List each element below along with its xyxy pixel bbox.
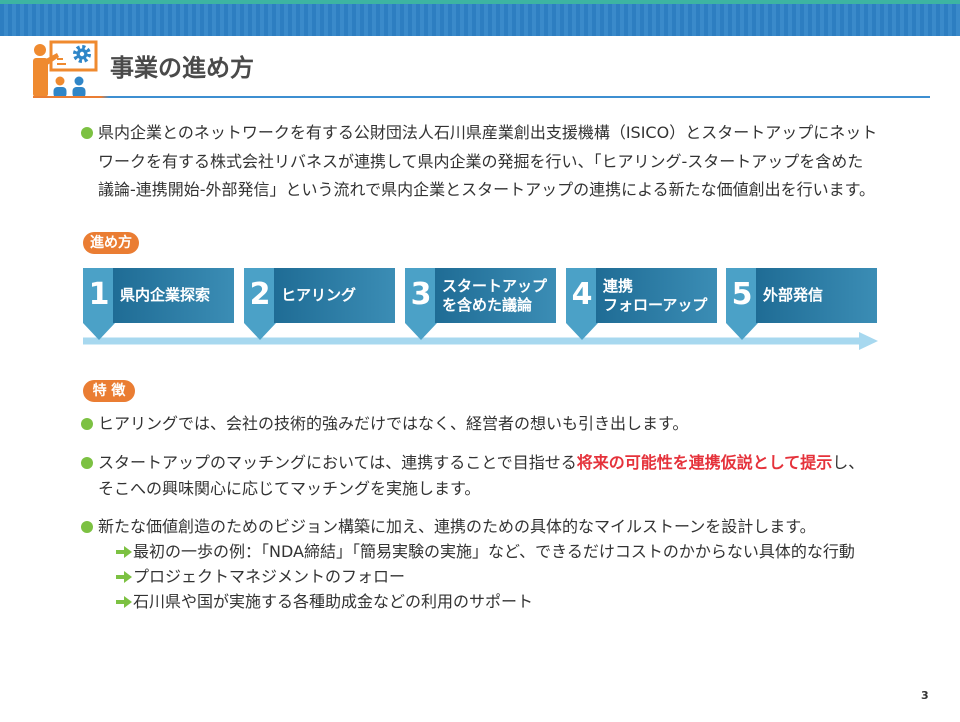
step-label-line: 連携: [603, 276, 634, 295]
title-underline: [33, 96, 930, 98]
arrow-right-icon: [116, 571, 132, 583]
process-step-2: 2 ヒアリング: [244, 268, 395, 340]
process-label-pill: 進め方: [83, 232, 139, 254]
step-label: スタートアップ を含めた議論: [442, 268, 547, 323]
intro-paragraph: 県内企業とのネットワークを有する公財団法人石川県産業創出支援機構（ISICO）と…: [98, 119, 877, 205]
feature-matching-text: し、: [832, 453, 865, 472]
presenter-gear-icon: [33, 40, 98, 98]
step-label-line: スタートアップ: [442, 276, 548, 295]
step-pointer: [726, 323, 758, 340]
step-label-line: フォローアップ: [603, 295, 708, 314]
feature-matching-highlight: 将来の可能性を連携仮説として提示: [576, 453, 833, 472]
features-label-pill: 特 徴: [83, 380, 135, 402]
step-number: 2: [249, 277, 271, 312]
bullet-icon: [81, 127, 93, 139]
step-pointer: [405, 323, 437, 340]
feature-hearing: ヒアリングでは、会社の技術的強みだけではなく、経営者の想いも引き出します。: [98, 414, 689, 433]
step-label: 連携 フォローアップ: [603, 268, 707, 323]
step-pointer: [83, 323, 115, 340]
step-label: 県内企業探索: [120, 268, 210, 323]
step-number: 4: [571, 277, 593, 312]
feature-matching-line2: そこへの興味関心に応じてマッチングを実施します。: [98, 479, 481, 498]
intro-line: 県内企業とのネットワークを有する公財団法人石川県産業創出支援機構（ISICO）と…: [98, 123, 878, 142]
step-label: 外部発信: [763, 268, 823, 323]
page-title: 事業の進め方: [110, 54, 254, 82]
step-pointer: [244, 323, 276, 340]
arrow-right-icon: [116, 546, 132, 558]
feature-matching-text: スタートアップのマッチングにおいては、連携することで目指せる: [98, 453, 577, 472]
page-number: 3: [921, 689, 929, 702]
step-label-line: 県内企業探索: [120, 286, 211, 304]
process-step-5: 5 外部発信: [726, 268, 877, 340]
step-number: 1: [88, 277, 110, 312]
step-number: 3: [410, 277, 432, 312]
feature-matching: スタートアップのマッチングにおいては、連携することで目指せる将来の可能性を連携仮…: [98, 453, 864, 473]
bullet-icon: [81, 418, 93, 430]
process-step-3: 3 スタートアップ を含めた議論: [405, 268, 556, 340]
intro-line: ワークを有する株式会社リバネスが連携して県内企業の発掘を行い、「ヒアリング-スタ…: [98, 151, 864, 171]
header-band: [0, 0, 960, 36]
intro-line: 議論-連携開始-外部発信」という流れで県内企業とスタートアップの連携による新たな…: [98, 180, 875, 199]
bullet-icon: [81, 521, 93, 533]
vision-sub-item: 最初の一歩の例：「NDA締結」「簡易実験の実施」など、できるだけコストのかからな…: [133, 542, 855, 561]
step-label: ヒアリング: [281, 268, 356, 323]
vision-sub-item: 石川県や国が実施する各種助成金などの利用のサポート: [133, 592, 534, 611]
step-label-line: ヒアリング: [281, 286, 357, 304]
step-pointer: [566, 323, 598, 340]
feature-vision: 新たな価値創造のためのビジョン構築に加え、連携のための具体的なマイルストーンを設…: [98, 517, 816, 536]
step-number: 5: [731, 277, 753, 312]
process-step-1: 1 県内企業探索: [83, 268, 234, 340]
bullet-icon: [81, 457, 93, 469]
step-label-line: を含めた議論: [442, 295, 533, 314]
flow-arrow: [83, 332, 878, 350]
step-label-line: 外部発信: [763, 286, 824, 304]
process-step-4: 4 連携 フォローアップ: [566, 268, 717, 340]
vision-sub-item: プロジェクトマネジメントのフォロー: [133, 567, 406, 586]
arrow-right-icon: [116, 596, 132, 608]
